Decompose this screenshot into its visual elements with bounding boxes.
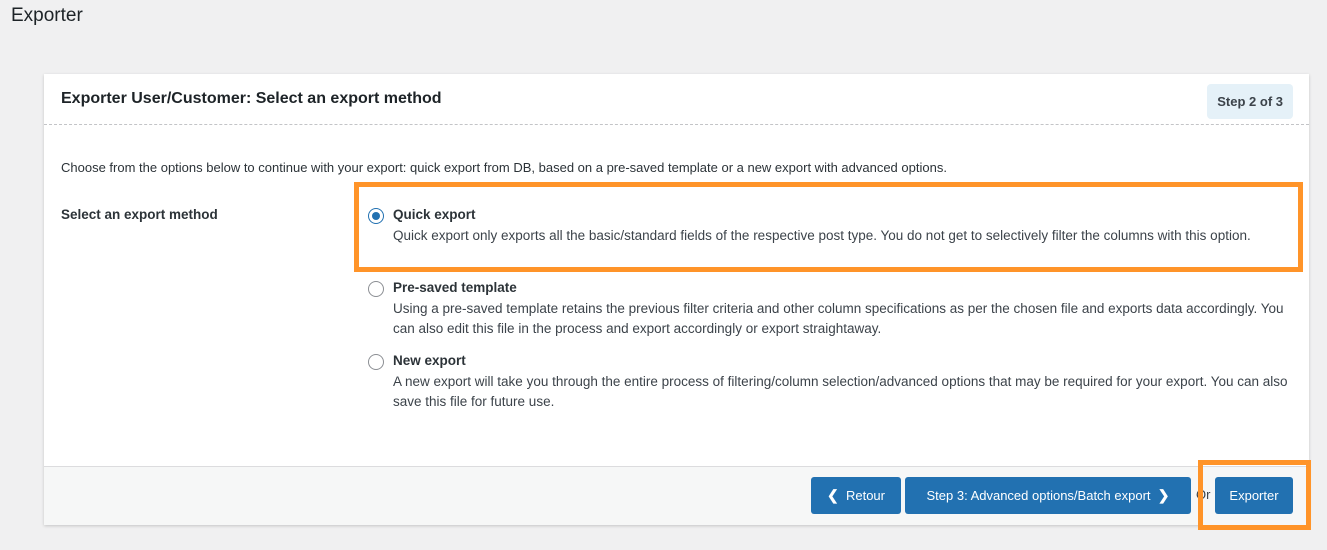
option-title: Pre-saved template (393, 280, 517, 295)
export-method-panel: Exporter User/Customer: Select an export… (44, 74, 1309, 525)
chevron-left-icon: ❮ (827, 487, 839, 503)
step3-advanced-button[interactable]: Step 3: Advanced options/Batch export ❯ (905, 477, 1191, 514)
new-export-radio[interactable] (368, 354, 384, 370)
intro-text: Choose from the options below to continu… (61, 160, 947, 175)
step-badge: Step 2 of 3 (1207, 84, 1293, 119)
step3-button-label: Step 3: Advanced options/Batch export (926, 488, 1151, 503)
option-pre-saved-template[interactable]: Pre-saved template Using a pre-saved tem… (368, 280, 1288, 336)
export-button-highlight (1198, 460, 1311, 530)
panel-title: Exporter User/Customer: Select an export… (61, 90, 442, 107)
option-description: Using a pre-saved template retains the p… (393, 301, 1284, 336)
option-new-export[interactable]: New export A new export will take you th… (368, 353, 1288, 409)
panel-header: Exporter User/Customer: Select an export… (44, 74, 1309, 125)
option-description: A new export will take you through the e… (393, 374, 1288, 409)
export-method-label: Select an export method (61, 207, 218, 222)
quick-export-highlight (354, 182, 1303, 272)
back-button-label: Retour (845, 488, 885, 503)
back-button[interactable]: ❮ Retour (811, 477, 901, 514)
option-title: New export (393, 353, 466, 368)
pre-saved-template-radio[interactable] (368, 281, 384, 297)
page-title: Exporter (11, 5, 83, 26)
chevron-right-icon: ❯ (1157, 487, 1170, 503)
